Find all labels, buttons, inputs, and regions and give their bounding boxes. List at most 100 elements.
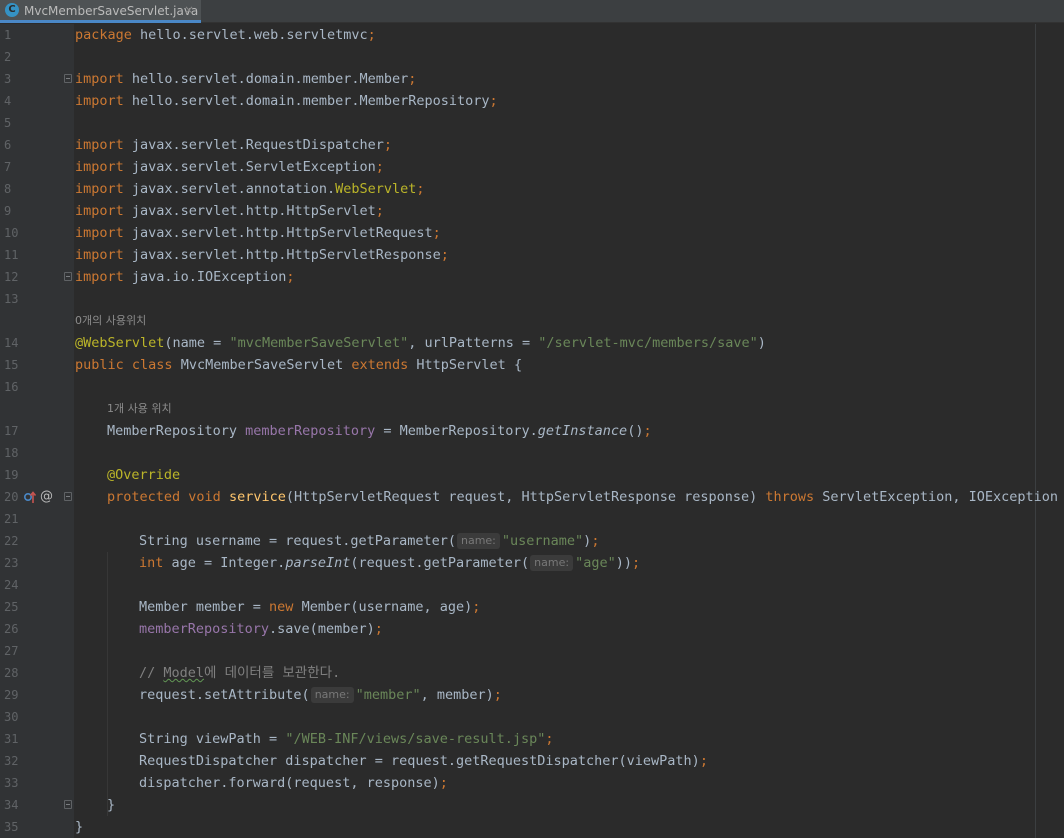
line-number: 31 (4, 732, 19, 746)
code-text: import javax.servlet.annotation.WebServl… (75, 181, 425, 197)
code-line-7: 7 import javax.servlet.ServletException; (0, 156, 1064, 178)
line-number: 8 (4, 182, 12, 196)
code-line-5: 5 (0, 112, 1064, 134)
line-number: 34 (4, 798, 19, 812)
code-line-10: 10 import javax.servlet.http.HttpServlet… (0, 222, 1064, 244)
fold-marker-icon[interactable] (64, 74, 72, 83)
code-line-35: 35 } (0, 816, 1064, 838)
code-line-24: 24 (0, 574, 1064, 596)
line-number: 1 (4, 28, 12, 42)
line-number: 2 (4, 50, 12, 64)
code-line-6: 6 import javax.servlet.RequestDispatcher… (0, 134, 1064, 156)
code-line-14: 14 @WebServlet(name = "mvcMemberSaveServ… (0, 332, 1064, 354)
code-text: import hello.servlet.domain.member.Membe… (75, 93, 498, 109)
fold-marker-icon[interactable] (64, 492, 72, 501)
fold-marker-icon[interactable] (64, 272, 72, 281)
code-line-15: 15 public class MvcMemberSaveServlet ext… (0, 354, 1064, 376)
code-text: int age = Integer.parseInt(request.getPa… (139, 555, 641, 571)
code-text: import hello.servlet.domain.member.Membe… (75, 71, 417, 87)
code-line-20: 20 @ protected void service(HttpServletR… (0, 486, 1064, 508)
usage-hint-line: 0개의 사용위치 (0, 310, 1064, 332)
usage-hint[interactable]: 1개 사용 위치 (107, 398, 172, 420)
line-number: 33 (4, 776, 19, 790)
override-method-icon[interactable] (24, 489, 36, 505)
code-line-8: 8 import javax.servlet.annotation.WebSer… (0, 178, 1064, 200)
line-number: 19 (4, 468, 19, 482)
code-line-27: 27 (0, 640, 1064, 662)
line-number: 17 (4, 424, 19, 438)
code-line-4: 4 import hello.servlet.domain.member.Mem… (0, 90, 1064, 112)
line-number: 24 (4, 578, 19, 592)
code-line-28: 28 // Model에 데이터를 보관한다. (0, 662, 1064, 684)
code-text: import javax.servlet.RequestDispatcher; (75, 137, 393, 153)
code-text: String viewPath = "/WEB-INF/views/save-r… (139, 731, 554, 747)
line-number: 10 (4, 226, 19, 240)
code-text: package hello.servlet.web.servletmvc; (75, 27, 376, 43)
code-line-21: 21 (0, 508, 1064, 530)
code-line-34: 34 } (0, 794, 1064, 816)
parameter-hint: name: (530, 555, 574, 571)
code-line-3: 3 import hello.servlet.domain.member.Mem… (0, 68, 1064, 90)
code-text: Member member = new Member(username, age… (139, 599, 481, 615)
code-line-13: 13 (0, 288, 1064, 310)
line-number: 26 (4, 622, 19, 636)
line-number: 30 (4, 710, 19, 724)
code-line-19: 19 @Override (0, 464, 1064, 486)
code-line-29: 29 request.setAttribute(name: "member", m… (0, 684, 1064, 706)
code-text: import java.io.IOException; (75, 269, 295, 285)
code-line-31: 31 String viewPath = "/WEB-INF/views/sav… (0, 728, 1064, 750)
code-line-2: 2 (0, 46, 1064, 68)
code-line-22: 22 String username = request.getParamete… (0, 530, 1064, 552)
line-number: 12 (4, 270, 19, 284)
code-line-12: 12 import java.io.IOException; (0, 266, 1064, 288)
line-number: 9 (4, 204, 12, 218)
code-text: import javax.servlet.http.HttpServlet; (75, 203, 384, 219)
code-line-16: 16 (0, 376, 1064, 398)
code-text: String username = request.getParameter(n… (139, 533, 600, 549)
code-line-9: 9 import javax.servlet.http.HttpServlet; (0, 200, 1064, 222)
code-text: @Override (107, 467, 181, 483)
parameter-hint: name: (310, 687, 354, 703)
code-text: request.setAttribute(name: "member", memb… (139, 687, 502, 703)
close-icon[interactable]: × (184, 2, 194, 18)
code-line-32: 32 RequestDispatcher dispatcher = reques… (0, 750, 1064, 772)
usage-hint-line: 1개 사용 위치 (0, 398, 1064, 420)
line-number: 15 (4, 358, 19, 372)
tab-mvcmembersaveservlet[interactable]: C MvcMemberSaveServlet.java × (0, 0, 201, 23)
code-line-25: 25 Member member = new Member(username, … (0, 596, 1064, 618)
tab-filename: MvcMemberSaveServlet.java (24, 4, 199, 18)
code-text: import javax.servlet.ServletException; (75, 159, 384, 175)
line-number: 22 (4, 534, 19, 548)
line-number: 27 (4, 644, 19, 658)
line-number: 11 (4, 248, 19, 262)
code-comment: // Model에 데이터를 보관한다. (139, 665, 341, 681)
usage-hint[interactable]: 0개의 사용위치 (75, 310, 146, 332)
line-number: 13 (4, 292, 19, 306)
code-text: } (107, 797, 116, 813)
code-line-18: 18 (0, 442, 1064, 464)
code-line-33: 33 dispatcher.forward(request, response)… (0, 772, 1064, 794)
line-number: 20 (4, 490, 19, 504)
code-line-11: 11 import javax.servlet.http.HttpServlet… (0, 244, 1064, 266)
code-text: dispatcher.forward(request, response); (139, 775, 448, 791)
code-line-26: 26 memberRepository.save(member); (0, 618, 1064, 640)
code-line-23: 23 int age = Integer.parseInt(request.ge… (0, 552, 1064, 574)
code-line-30: 30 (0, 706, 1064, 728)
line-number: 4 (4, 94, 12, 108)
parameter-hint: name: (456, 533, 500, 549)
line-number: 35 (4, 820, 19, 834)
line-number: 25 (4, 600, 19, 614)
code-text: import javax.servlet.http.HttpServletReq… (75, 225, 441, 241)
editor-tab-bar: C MvcMemberSaveServlet.java × (0, 0, 1064, 23)
code-text: import javax.servlet.http.HttpServletRes… (75, 247, 449, 263)
annotation-icon[interactable]: @ (40, 486, 53, 508)
code-editor[interactable]: 1 package hello.servlet.web.servletmvc; … (0, 24, 1064, 838)
code-text: } (75, 819, 84, 835)
line-number: 18 (4, 446, 19, 460)
fold-marker-icon[interactable] (64, 800, 72, 809)
line-number: 16 (4, 380, 19, 394)
code-text: memberRepository.save(member); (139, 621, 383, 637)
code-text: protected void service(HttpServletReques… (107, 489, 1064, 505)
code-line-17: 17 MemberRepository memberRepository = M… (0, 420, 1064, 442)
line-number: 21 (4, 512, 19, 526)
